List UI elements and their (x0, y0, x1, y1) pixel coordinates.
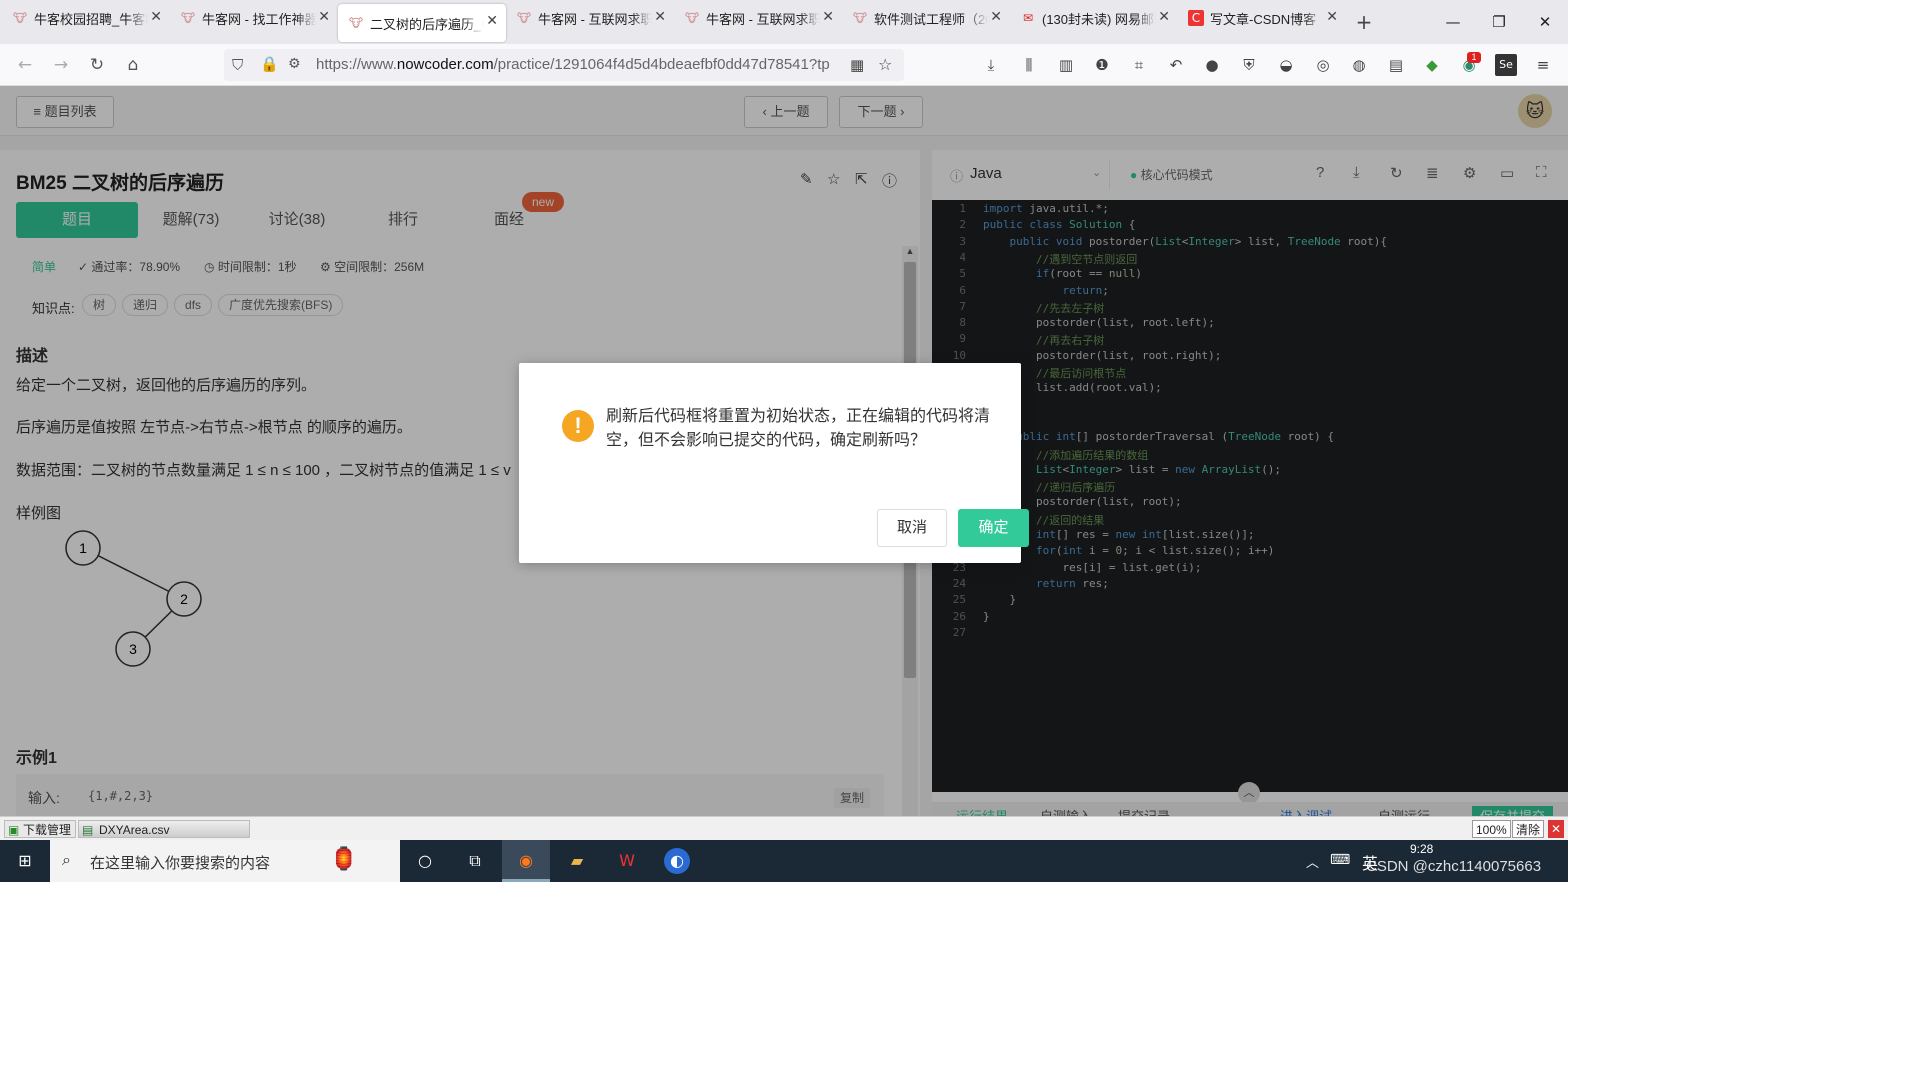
url-text[interactable]: https://www.nowcoder.com/practice/129106… (316, 56, 836, 73)
csdn-watermark: CSDN @czhc1140075663 (1366, 858, 1542, 875)
download-manager-button[interactable]: ▣ 下载管理 (4, 820, 76, 838)
address-bar[interactable]: ⛉ 🔒 ⚙ https://www.nowcoder.com/practice/… (224, 49, 904, 81)
maximize-icon[interactable]: ❐ (1476, 0, 1522, 44)
close-tab-icon[interactable]: ✕ (990, 9, 1002, 25)
tab-title: 二叉树的后序遍历_牛客 (370, 16, 484, 32)
sidebar-icon[interactable]: ▥ (1055, 54, 1077, 76)
tab-title: 牛客校园招聘_牛客网 (34, 11, 148, 27)
tab-title: (130封未读) 网易邮箱 (1042, 11, 1156, 27)
tab-title: 写文章-CSDN博客 (1210, 11, 1317, 27)
taskbar-search[interactable]: ⌕ 在这里输入你要搜索的内容 🏮 (50, 840, 400, 882)
crop-icon[interactable]: ⌗ (1128, 54, 1150, 76)
close-window-icon[interactable]: ✕ (1522, 0, 1568, 44)
windows-taskbar: ⊞ ⌕ 在这里输入你要搜索的内容 🏮 ○ ⧉ ◉ ▰ W ◐ ︿ ⌨ 英 9:2… (0, 840, 1568, 882)
shield-icon[interactable]: ⛉ (232, 56, 243, 74)
close-tab-icon[interactable]: ✕ (486, 13, 498, 29)
container-icon[interactable]: ▤ (1385, 54, 1407, 76)
browser-tab[interactable]: C 写文章-CSDN博客 ✕ (1178, 0, 1346, 36)
lock-icon[interactable]: 🔒 (260, 55, 279, 73)
shield-ext-icon[interactable]: ⛨ (1238, 54, 1260, 76)
netease-mail-icon: ✉ (1022, 11, 1034, 25)
undo-icon[interactable]: ↶ (1165, 54, 1187, 76)
search-placeholder: 在这里输入你要搜索的内容 (90, 855, 271, 872)
pocket-icon[interactable]: ◒ (1275, 54, 1297, 76)
forward-icon[interactable]: → (48, 52, 74, 78)
browser-tab[interactable]: 🐮 牛客网 - 找工作神器 ✕ (170, 0, 338, 36)
home-icon[interactable]: ⌂ (120, 52, 146, 78)
close-tab-icon[interactable]: ✕ (318, 9, 330, 25)
new-tab-button[interactable]: + (1346, 10, 1382, 34)
tab-title: 牛客网 - 找工作神器 (202, 11, 316, 27)
qrcode-icon[interactable]: ▦ (850, 56, 864, 74)
download-item[interactable]: ▤ DXYArea.csv (78, 820, 250, 838)
browser-tab[interactable]: 🐮 二叉树的后序遍历_牛客✕ (338, 4, 506, 42)
task-view-icon[interactable]: ⧉ (462, 848, 488, 874)
nowcoder-icon: 🐮 (12, 11, 28, 25)
nowcoder-icon: 🐮 (852, 11, 868, 25)
bookmark-star-icon[interactable]: ☆ (878, 55, 892, 74)
wps-icon[interactable]: W (614, 848, 640, 874)
close-tab-icon[interactable]: ✕ (1326, 9, 1338, 25)
browser-tab[interactable]: 🐮 牛客校园招聘_牛客网 ✕ (2, 0, 170, 36)
back-icon[interactable]: ← (12, 52, 38, 78)
nowcoder-icon: 🐮 (348, 16, 364, 30)
permissions-icon[interactable]: ⚙ (288, 56, 301, 72)
browser-tab[interactable]: ✉ (130封未读) 网易邮箱 ✕ (1010, 0, 1178, 36)
browser-tab[interactable]: 🐮 牛客网 - 互联网求职 ✕ (506, 0, 674, 36)
firefox-taskbar-item[interactable]: ◉ (502, 840, 550, 882)
search-highlight-icon: 🏮 (330, 846, 358, 871)
csv-file-icon: ▤ (82, 823, 94, 837)
zoom-level[interactable]: 100% (1472, 820, 1511, 838)
clear-downloads-button[interactable]: 清除 (1512, 820, 1545, 838)
globe-icon[interactable]: ◍ (1348, 54, 1370, 76)
cortana-icon[interactable]: ○ (412, 848, 438, 874)
cancel-button[interactable]: 取消 (877, 509, 947, 547)
nowcoder-icon: 🐮 (516, 11, 532, 25)
download-manager-icon: ▣ (8, 823, 20, 837)
notification-badge: 1 (1467, 52, 1481, 63)
keyboard-tray-icon[interactable]: ⌨ (1330, 852, 1350, 868)
close-tab-icon[interactable]: ✕ (150, 9, 162, 25)
csdn-icon: C (1188, 10, 1204, 26)
close-tab-icon[interactable]: ✕ (822, 9, 834, 25)
extension-dots-icon[interactable]: ● (1201, 54, 1223, 76)
windows-start-icon[interactable]: ⊞ (12, 848, 38, 874)
confirm-button[interactable]: 确定 (958, 509, 1029, 547)
search-icon: ⌕ (62, 850, 71, 869)
close-tab-icon[interactable]: ✕ (654, 9, 666, 25)
extension-green-icon[interactable]: ◆ (1421, 54, 1443, 76)
file-explorer-icon[interactable]: ▰ (564, 848, 590, 874)
dialog-message: 刷新后代码框将重置为初始状态，正在编辑的代码将清空，但不会影响已提交的代码，确定… (606, 408, 991, 449)
navigation-bar: ← → ↻ ⌂ ⛉ 🔒 ⚙ https://www.nowcoder.com/p… (0, 44, 1568, 86)
browser-tab[interactable]: 🐮 软件测试工程师（20 ✕ (842, 0, 1010, 36)
selenium-icon[interactable]: Se (1495, 54, 1517, 76)
refresh-confirm-dialog: ! 刷新后代码框将重置为初始状态，正在编辑的代码将清空，但不会影响已提交的代码，… (519, 363, 1029, 563)
tray-chevron-icon[interactable]: ︿ (1306, 852, 1319, 871)
nowcoder-icon: 🐮 (180, 11, 196, 25)
browser-tab-strip: 🐮牛客校园招聘_牛客网✕🐮牛客网 - 找工作神器✕🐮二叉树的后序遍历_牛客✕🐮牛… (0, 0, 1568, 44)
sync-icon[interactable]: ◎ (1312, 54, 1334, 76)
download-icon[interactable]: ⤓ (980, 54, 1002, 76)
close-download-bar-icon[interactable]: ✕ (1548, 820, 1564, 838)
firefox-icon: ◉ (519, 851, 533, 870)
reload-icon[interactable]: ↻ (84, 52, 110, 78)
download-bar: ▣ 下载管理 ▤ DXYArea.csv 100% 清除 ✕ (0, 816, 1568, 840)
clock-time[interactable]: 9:28 (1410, 842, 1433, 856)
nowcoder-icon: 🐮 (684, 11, 700, 25)
warning-icon: ! (562, 410, 594, 442)
tab-title: 牛客网 - 互联网求职 (706, 11, 820, 27)
minimize-icon[interactable]: — (1430, 0, 1476, 44)
library-icon[interactable]: ⫼ (1018, 54, 1040, 76)
app-icon[interactable]: ◐ (664, 848, 690, 874)
browser-tab[interactable]: 🐮 牛客网 - 互联网求职 ✕ (674, 0, 842, 36)
tab-title: 牛客网 - 互联网求职 (538, 11, 652, 27)
tab-title: 软件测试工程师（20 (874, 11, 988, 27)
close-tab-icon[interactable]: ✕ (1158, 9, 1170, 25)
extension-1-icon[interactable]: ❶ (1091, 54, 1113, 76)
menu-icon[interactable]: ≡ (1532, 54, 1554, 76)
